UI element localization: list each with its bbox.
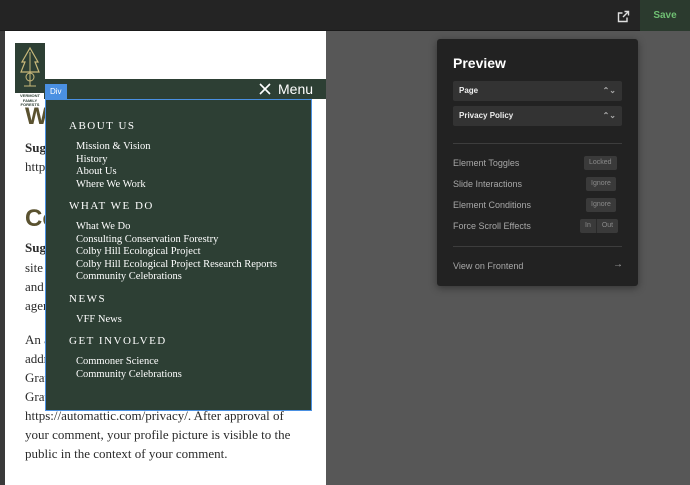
nav-section: ABOUT US Mission & Vision History About Us W… <box>69 119 309 191</box>
chevron-updown-icon: ⌃⌄ <box>602 111 616 120</box>
site-logo[interactable]: VERMONT FAMILY FORESTS <box>15 43 45 109</box>
nav-link[interactable]: Colby Hill Ecological Project <box>69 246 309 259</box>
nav-link[interactable]: Community Celebrations <box>69 369 309 382</box>
selection-tag[interactable]: Div <box>45 84 67 99</box>
text-fragment: Sug <box>25 140 46 155</box>
nav-link[interactable]: Colby Hill Ecological Project Research R… <box>69 259 309 272</box>
nav-section-heading[interactable]: NEWS <box>69 292 309 306</box>
text-fragment: and <box>25 279 44 294</box>
close-icon[interactable] <box>257 81 273 97</box>
external-link-icon[interactable] <box>612 6 634 26</box>
nav-link[interactable]: What We Do <box>69 221 309 234</box>
slide-interactions-label: Slide Interactions <box>453 179 523 189</box>
nav-link[interactable]: Consulting Conservation Forestry <box>69 234 309 247</box>
element-toggles-label: Element Toggles <box>453 158 520 168</box>
text-fragment: site <box>25 260 44 275</box>
nav-link[interactable]: Where We Work <box>69 179 309 192</box>
save-button[interactable]: Save <box>640 0 690 31</box>
nav-link[interactable]: VFF News <box>69 314 309 327</box>
element-toggles-value[interactable]: Locked <box>584 156 617 170</box>
menu-toggle-label[interactable]: Menu <box>278 81 313 97</box>
arrow-right-icon[interactable]: → <box>613 259 623 270</box>
nav-link[interactable]: About Us <box>69 166 309 179</box>
tree-icon <box>20 46 40 87</box>
slide-interactions-value[interactable]: Ignore <box>586 177 616 191</box>
element-conditions-value[interactable]: Ignore <box>586 198 616 212</box>
select-value: Page <box>459 86 479 95</box>
nav-link[interactable]: Community Celebrations <box>69 271 309 284</box>
nav-link[interactable]: Mission & Vision <box>69 141 309 154</box>
nav-section: WHAT WE DO What We Do Consulting Conservat… <box>69 199 309 284</box>
select-value: Privacy Policy <box>459 111 514 120</box>
force-scroll-effects-toggle[interactable]: In Out <box>580 219 619 233</box>
force-scroll-in-option[interactable]: In <box>580 219 596 233</box>
logo-emblem <box>15 43 45 93</box>
view-on-frontend-link[interactable]: View on Frontend <box>453 261 523 271</box>
top-toolbar: Save <box>0 0 690 31</box>
force-scroll-effects-label: Force Scroll Effects <box>453 221 531 231</box>
text-fragment: http <box>25 159 46 174</box>
force-scroll-out-option[interactable]: Out <box>595 219 618 233</box>
nav-section-heading[interactable]: WHAT WE DO <box>69 199 309 213</box>
text-line: public in the context of your comment. <box>25 446 228 461</box>
preview-panel: Preview Page ⌃⌄ Privacy Policy ⌃⌄ Elemen… <box>437 39 638 286</box>
text-line: your comment, your profile picture is vi… <box>25 427 291 442</box>
nav-link[interactable]: History <box>69 154 309 167</box>
nav-link[interactable]: Commoner Science <box>69 356 309 369</box>
divider <box>453 246 622 247</box>
nav-section-heading[interactable]: ABOUT US <box>69 119 309 133</box>
preview-page-select[interactable]: Privacy Policy ⌃⌄ <box>453 106 622 126</box>
preview-title: Preview <box>453 55 506 71</box>
preview-type-select[interactable]: Page ⌃⌄ <box>453 81 622 101</box>
divider <box>453 143 622 144</box>
nav-section: GET INVOLVED Commoner Science Community Ce… <box>69 334 309 381</box>
dropdown-nav-panel[interactable]: ABOUT US Mission & Vision History About Us W… <box>45 99 312 411</box>
element-conditions-label: Element Conditions <box>453 200 532 210</box>
chevron-updown-icon: ⌃⌄ <box>602 86 616 95</box>
text-fragment: Sug <box>25 240 46 255</box>
nav-section-heading[interactable]: GET INVOLVED <box>69 334 309 348</box>
nav-section: NEWS VFF News <box>69 292 309 327</box>
nav-sections: ABOUT US Mission & Vision History About Us W… <box>69 119 309 389</box>
